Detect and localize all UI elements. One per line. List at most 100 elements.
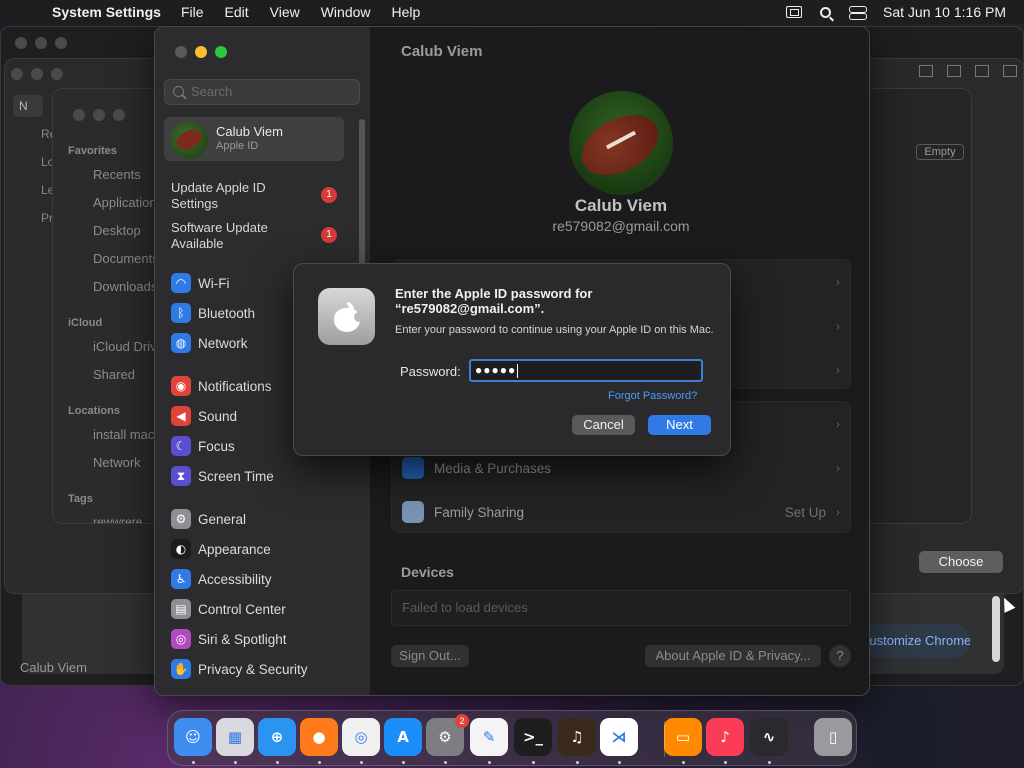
notification-badge: 1	[321, 227, 337, 243]
finder-item-applications[interactable]: Applications	[93, 195, 157, 210]
finder-icon[interactable]: ☺	[174, 718, 212, 756]
sidebar-item-network[interactable]: ◍ Network	[171, 332, 248, 354]
launchpad-icon[interactable]: ▦	[216, 718, 254, 756]
guitar-icon[interactable]: ♫	[558, 718, 596, 756]
scrollbar[interactable]	[992, 596, 1000, 662]
finder-item-shared[interactable]: Shared	[93, 367, 135, 382]
locations-heading: Locations	[68, 405, 120, 417]
sidebar-item-bluetooth[interactable]: ᛒ Bluetooth	[171, 302, 255, 324]
next-button[interactable]: Next	[648, 415, 711, 435]
menu-help[interactable]: Help	[392, 4, 421, 20]
sidebar-item-siri-spotlight[interactable]: ◎ Siri & Spotlight	[171, 628, 287, 650]
hourglass-icon: ⧗	[171, 466, 191, 486]
app-store-icon[interactable]: A	[384, 718, 422, 756]
sidebar-scrollbar[interactable]	[359, 119, 365, 269]
accessibility-icon: ♿	[171, 569, 191, 589]
password-value: ●●●●●	[475, 363, 517, 377]
password-dialog: Enter the Apple ID password for “re57908…	[293, 263, 731, 456]
running-indicator	[618, 761, 621, 764]
finder-item-documents[interactable]: Documents	[93, 251, 157, 266]
update-apple-id-settings[interactable]: Update Apple ID Settings	[171, 180, 311, 212]
sidebar-item-wi-fi[interactable]: ◠ Wi-Fi	[171, 272, 229, 294]
sidebar-item-accessibility[interactable]: ♿ Accessibility	[171, 568, 272, 590]
terminal-icon[interactable]: >_	[514, 718, 552, 756]
search-input[interactable]: Search	[164, 79, 360, 105]
sidebar-item-label: Siri & Spotlight	[198, 631, 287, 647]
sidebar-item-label: Accessibility	[198, 571, 272, 587]
menu-clock[interactable]: Sat Jun 10 1:16 PM	[883, 4, 1006, 20]
window-controls	[15, 37, 67, 49]
trash-icon[interactable]: ▯	[814, 718, 852, 756]
sidebar-item-sound[interactable]: ◀ Sound	[171, 405, 237, 427]
safari-icon[interactable]: ⊕	[258, 718, 296, 756]
running-indicator	[532, 761, 535, 764]
wifi-icon: ◠	[171, 273, 191, 293]
finder-tag-item[interactable]: rewwrere	[93, 515, 142, 523]
spotlight-search-icon[interactable]	[820, 6, 832, 18]
password-field[interactable]: ●●●●●	[469, 359, 703, 382]
view-icon[interactable]	[947, 65, 961, 77]
firefox-icon[interactable]: ●	[300, 718, 338, 756]
sidebar-item-label: Bluetooth	[198, 305, 256, 321]
search-icon	[173, 86, 184, 97]
account-subtitle: Apple ID	[216, 140, 259, 152]
running-indicator	[768, 761, 771, 764]
software-update-available[interactable]: Software Update Available	[171, 220, 311, 252]
notification-badge: 1	[321, 187, 337, 203]
menu-bar: System Settings File Edit View Window He…	[0, 0, 1024, 24]
finder-item-desktop[interactable]: Desktop	[93, 223, 141, 238]
textedit-icon[interactable]: ✎	[470, 718, 508, 756]
grid-icon[interactable]	[1003, 65, 1017, 77]
chrome-icon[interactable]: ◎	[342, 718, 380, 756]
sidebar-item-general[interactable]: ⚙ General	[171, 508, 246, 530]
account-name: Calub Viem	[216, 124, 283, 139]
books-icon[interactable]: ▭	[664, 718, 702, 756]
sidebar-item-appearance[interactable]: ◐ Appearance	[171, 538, 271, 560]
chrome-profile-name: Calub Viem	[20, 660, 87, 675]
sidebar-item-privacy-security[interactable]: ✋ Privacy & Security	[171, 658, 308, 680]
globe-icon: ◍	[171, 333, 191, 353]
sidebar-item-label: Focus	[198, 438, 235, 454]
finder-item-downloads[interactable]: Downloads	[93, 279, 157, 294]
gear-icon: ⚙	[171, 509, 191, 529]
sidebar-item-notifications[interactable]: ◉ Notifications	[171, 375, 272, 397]
running-indicator	[488, 761, 491, 764]
forgot-password-link[interactable]: Forgot Password?	[608, 390, 697, 402]
sidebar-item-screen-time[interactable]: ⧗ Screen Time	[171, 465, 274, 487]
sidebar-item-focus[interactable]: ☾ Focus	[171, 435, 235, 457]
favorites-heading: Favorites	[68, 145, 117, 157]
finder-item-install-macos[interactable]: install macOS	[93, 427, 157, 442]
menu-file[interactable]: File	[181, 4, 204, 20]
sidebar-item-label: Control Center	[198, 601, 286, 617]
dock-notification-badge: 2	[455, 714, 469, 728]
menu-view[interactable]: View	[270, 4, 300, 20]
running-indicator	[402, 761, 405, 764]
cancel-button[interactable]: Cancel	[572, 415, 635, 435]
screen-mirroring-icon[interactable]	[786, 6, 803, 18]
close-button[interactable]	[175, 46, 187, 58]
menu-app-name[interactable]: System Settings	[52, 4, 161, 20]
minimize-button[interactable]	[195, 46, 207, 58]
sidebar-item-label: Screen Time	[198, 468, 274, 484]
music-icon[interactable]: ♪	[706, 718, 744, 756]
activity-monitor-icon[interactable]: ∿	[750, 718, 788, 756]
sidebar-item-control-center[interactable]: ▤ Control Center	[171, 598, 286, 620]
control-center-icon[interactable]	[849, 6, 868, 20]
finder-item-icloud-drive[interactable]: iCloud Drive	[93, 339, 157, 354]
sidebar-partial-item[interactable]: N	[13, 95, 43, 117]
finder-item-network[interactable]: Network	[93, 455, 141, 470]
zoom-button[interactable]	[215, 46, 227, 58]
running-indicator	[360, 761, 363, 764]
running-indicator	[276, 761, 279, 764]
finder-item-recents[interactable]: Recents	[93, 167, 141, 182]
choose-button[interactable]: Choose	[919, 551, 1003, 573]
dock: ☺ ▦ ⊕ ● ◎ A ⚙ ✎ >_ ♫ ⋊ ▭ ♪ ∿ ▯	[167, 710, 857, 766]
menu-window[interactable]: Window	[321, 4, 371, 20]
menu-edit[interactable]: Edit	[225, 4, 249, 20]
vscode-icon[interactable]: ⋊	[600, 718, 638, 756]
sidebar-toggle-icon[interactable]	[919, 65, 933, 77]
speaker-icon: ◀	[171, 406, 191, 426]
preview-icon[interactable]	[975, 65, 989, 77]
running-indicator	[234, 761, 237, 764]
apple-id-account[interactable]: Calub Viem Apple ID	[164, 117, 344, 161]
